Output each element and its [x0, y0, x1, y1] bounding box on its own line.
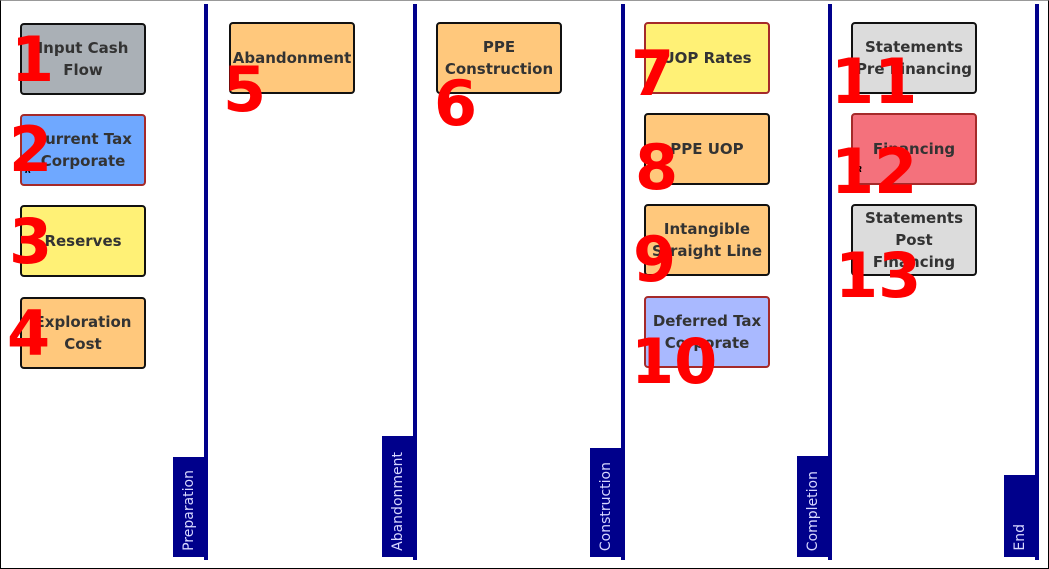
step-box[interactable]: Financing R — [851, 113, 977, 185]
step-box[interactable]: Exploration Cost — [20, 297, 146, 369]
step-label: Intangible Straight Line — [652, 220, 762, 260]
step-label: Financing — [872, 140, 956, 158]
lane-label: Abandonment — [390, 452, 406, 551]
step-label: Statements Post Financing — [864, 209, 964, 271]
step-box[interactable]: PPE Construction — [436, 22, 562, 94]
flow-diagram: Preparation Abandonment Construction Com… — [0, 0, 1049, 569]
step-box[interactable]: Input Cash Flow — [20, 23, 146, 95]
step-label: Input Cash Flow — [37, 39, 129, 79]
step-box[interactable]: Deferred Tax Corporate — [644, 296, 770, 368]
step-label: Exploration Cost — [34, 313, 132, 353]
lane-tab-preparation[interactable]: Preparation — [173, 457, 205, 557]
step-label: Reserves — [44, 232, 122, 250]
lane-tab-construction[interactable]: Construction — [590, 448, 622, 557]
step-box[interactable]: Current Tax Corporate R — [20, 114, 146, 186]
lane-label: Completion — [805, 470, 821, 551]
step-label: Deferred Tax Corporate — [652, 312, 762, 352]
lane-tab-completion[interactable]: Completion — [797, 456, 829, 557]
step-label: PPE UOP — [670, 140, 744, 158]
lane-tab-end[interactable]: End — [1004, 475, 1036, 557]
step-box[interactable]: UOP Rates — [644, 22, 770, 94]
lane-tab-abandonment[interactable]: Abandonment — [382, 436, 414, 557]
lane-label: End — [1012, 524, 1028, 551]
step-label: Abandonment — [232, 49, 352, 67]
step-box[interactable]: Reserves — [20, 205, 146, 277]
step-box[interactable]: Intangible Straight Line — [644, 204, 770, 276]
step-label: Current Tax Corporate — [34, 130, 132, 170]
step-box[interactable]: Statements Post Financing — [851, 204, 977, 276]
marker-label: R — [856, 165, 863, 174]
step-box[interactable]: Abandonment — [229, 22, 355, 94]
step-label: PPE Construction — [444, 38, 554, 78]
lane-label: Preparation — [181, 470, 197, 551]
lane-label: Construction — [598, 461, 614, 551]
step-label: UOP Rates — [662, 49, 752, 67]
step-box[interactable]: PPE UOP — [644, 113, 770, 185]
step-box[interactable]: Statements Pre Financing — [851, 22, 977, 94]
step-label: Statements Pre Financing — [855, 38, 973, 78]
marker-label: R — [25, 166, 32, 175]
